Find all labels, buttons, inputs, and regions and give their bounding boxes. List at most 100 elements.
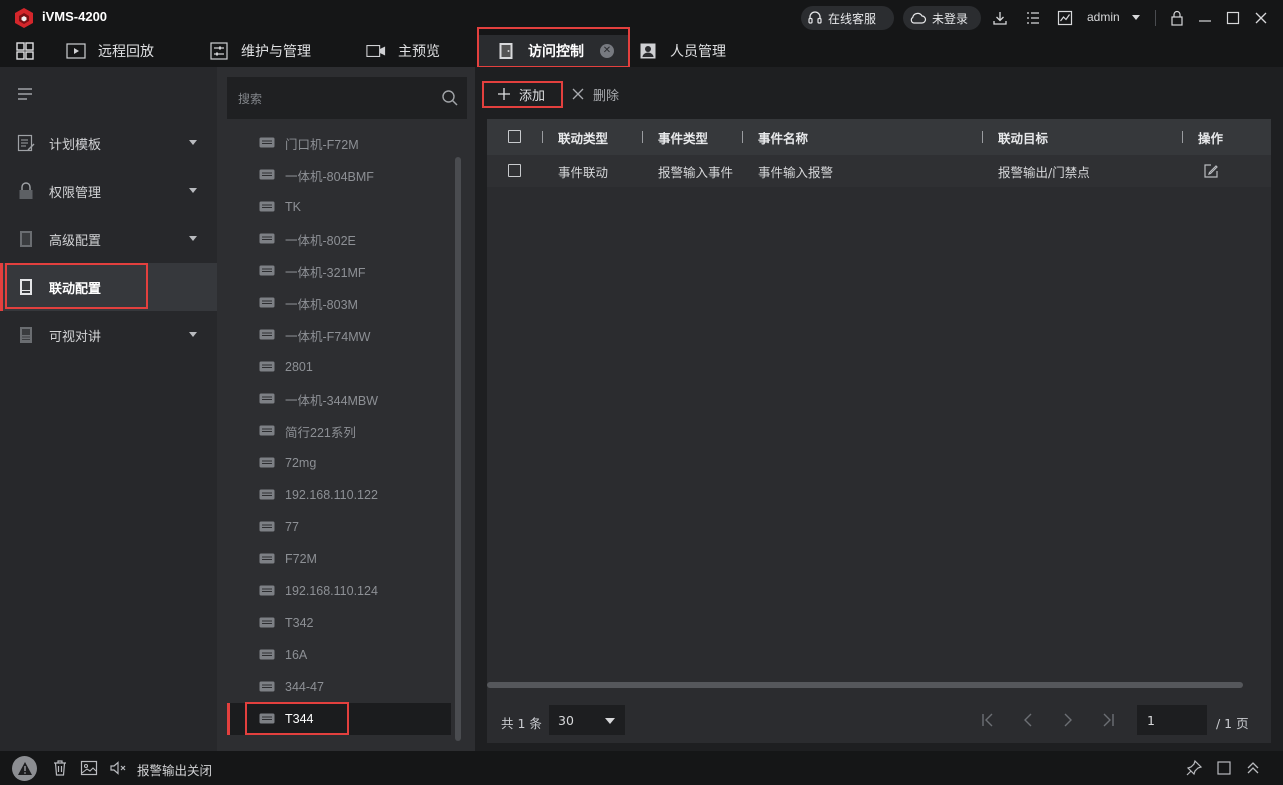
tab-main-preview[interactable]: 主预览 — [366, 35, 440, 67]
cell-event-type: 报警输入事件 — [658, 164, 734, 180]
table-row[interactable]: 事件联动 报警输入事件 事件输入报警 报警输出/门禁点 — [487, 155, 1271, 187]
device-icon — [259, 393, 275, 404]
device-name: 192.168.110.122 — [285, 488, 378, 502]
page-number-input[interactable]: 1 — [1137, 705, 1207, 735]
device-list-item[interactable]: 一体机-321MF — [227, 255, 451, 287]
column-header-event-type[interactable]: 事件类型 — [658, 119, 708, 155]
select-all-checkbox[interactable] — [508, 130, 521, 143]
device-name: 门口机-F72M — [285, 137, 359, 152]
device-icon — [259, 361, 275, 372]
cell-event-name: 事件输入报警 — [758, 164, 834, 180]
hamburger-menu-icon[interactable] — [17, 87, 33, 101]
minimize-icon[interactable] — [1195, 8, 1215, 28]
device-list-item[interactable]: 344-47 — [227, 671, 451, 703]
edit-icon[interactable] — [1203, 163, 1219, 179]
device-list-scrollbar[interactable] — [455, 157, 461, 741]
device-list-item[interactable]: 一体机-344MBW — [227, 383, 451, 415]
search-placeholder: 搜索 — [238, 91, 263, 106]
horizontal-scrollbar[interactable] — [487, 682, 1243, 688]
pin-icon[interactable] — [1185, 759, 1203, 777]
device-list-item[interactable]: T342 — [227, 607, 451, 639]
sidebar-item-permission[interactable]: 权限管理 — [0, 167, 217, 215]
device-list-panel: 搜索 门口机-F72M 一体机-804BMF TK 一体机-802E 一体机-321MF… — [217, 67, 475, 751]
speaker-muted-icon[interactable] — [109, 759, 127, 777]
task-list-icon[interactable] — [1023, 8, 1043, 28]
tab-maintenance[interactable]: 维护与管理 — [209, 35, 311, 67]
device-icon — [259, 681, 275, 692]
device-icon — [259, 201, 275, 212]
column-header-linkage-type[interactable]: 联动类型 — [558, 119, 608, 155]
device-list-item[interactable]: 77 — [227, 511, 451, 543]
device-list-item[interactable]: 72mg — [227, 447, 451, 479]
divider — [1155, 10, 1156, 26]
device-list-item[interactable]: 16A — [227, 639, 451, 671]
device-icon — [259, 553, 275, 564]
tab-access-control[interactable]: 访问控制 ✕ — [478, 35, 628, 67]
window-restore-icon[interactable] — [1215, 759, 1233, 777]
sidebar-item-advanced-config[interactable]: 高级配置 — [0, 215, 217, 263]
column-header-target[interactable]: 联动目标 — [998, 119, 1048, 155]
tab-remote-playback[interactable]: 远程回放 — [66, 35, 154, 67]
device-search-input[interactable]: 搜索 — [227, 77, 467, 119]
cloud-login-button[interactable]: 未登录 — [903, 6, 981, 30]
user-menu-chevron-down-icon[interactable] — [1132, 15, 1140, 20]
trash-icon[interactable] — [51, 759, 69, 777]
device-list-item[interactable]: 192.168.110.124 — [227, 575, 451, 607]
row-checkbox[interactable] — [508, 164, 521, 177]
device-list-item[interactable]: 2801 — [227, 351, 451, 383]
device-name: 一体机-802E — [285, 233, 356, 248]
sidebar-item-video-intercom[interactable]: 可视对讲 — [0, 311, 217, 359]
maximize-icon[interactable] — [1223, 8, 1243, 28]
page-size-select[interactable]: 30 — [549, 705, 625, 735]
device-list-item[interactable]: T344 — [227, 703, 451, 735]
tab-label: 远程回放 — [98, 44, 154, 60]
search-icon[interactable] — [441, 89, 459, 107]
close-icon[interactable] — [1251, 8, 1271, 28]
device-list-item[interactable]: TK — [227, 191, 451, 223]
device-name: 一体机-804BMF — [285, 169, 374, 184]
delete-button[interactable]: 删除 — [571, 81, 619, 107]
next-page-icon[interactable] — [1059, 711, 1077, 729]
prev-page-icon[interactable] — [1019, 711, 1037, 729]
device-list-item[interactable]: 一体机-804BMF — [227, 159, 451, 191]
column-header-event-name[interactable]: 事件名称 — [758, 119, 808, 155]
first-page-icon[interactable] — [979, 711, 997, 729]
last-page-icon[interactable] — [1099, 711, 1117, 729]
modules-grid-icon[interactable] — [15, 41, 35, 61]
device-icon — [259, 329, 275, 340]
user-name[interactable]: admin — [1087, 10, 1120, 24]
sidebar-item-schedule-template[interactable]: 计划模板 — [0, 119, 217, 167]
device-name: 一体机-344MBW — [285, 393, 379, 408]
sidebar-item-label: 权限管理 — [49, 185, 102, 201]
add-button[interactable]: 添加 — [485, 81, 561, 107]
tab-label: 人员管理 — [670, 44, 726, 60]
tab-label: 维护与管理 — [241, 44, 311, 60]
online-service-button[interactable]: 在线客服 — [801, 6, 894, 30]
device-list-item[interactable]: 简行221系列 — [227, 415, 451, 447]
door-icon — [496, 43, 516, 59]
device-name: 2801 — [285, 360, 313, 374]
add-button-label: 添加 — [519, 88, 546, 104]
image-icon[interactable] — [80, 759, 98, 777]
column-divider — [982, 131, 983, 143]
tab-person-management[interactable]: 人员管理 — [638, 35, 726, 67]
device-list-item[interactable]: 一体机-802E — [227, 223, 451, 255]
device-icon — [259, 169, 275, 180]
device-list-item[interactable]: 门口机-F72M — [227, 127, 451, 159]
device-list-item[interactable]: 192.168.110.122 — [227, 479, 451, 511]
device-name: 一体机-321MF — [285, 265, 366, 280]
sidebar-item-linkage-config[interactable]: 联动配置 — [0, 263, 217, 311]
permission-lock-icon — [17, 182, 35, 200]
download-icon[interactable] — [990, 8, 1010, 28]
statistics-icon[interactable] — [1055, 8, 1075, 28]
alarm-warning-icon[interactable] — [12, 756, 37, 781]
double-chevron-up-icon[interactable] — [1244, 759, 1262, 777]
device-list-item[interactable]: 一体机-F74MW — [227, 319, 451, 351]
module-tab-bar: 远程回放 维护与管理 主预览 访问控制 ✕ 人员管理 — [0, 35, 1283, 67]
tab-close-icon[interactable]: ✕ — [600, 44, 614, 58]
lock-icon[interactable] — [1167, 8, 1187, 28]
device-list-item[interactable]: 一体机-803M — [227, 287, 451, 319]
device-icon — [259, 585, 275, 596]
device-list-item[interactable]: F72M — [227, 543, 451, 575]
settings-sliders-icon — [209, 42, 229, 60]
